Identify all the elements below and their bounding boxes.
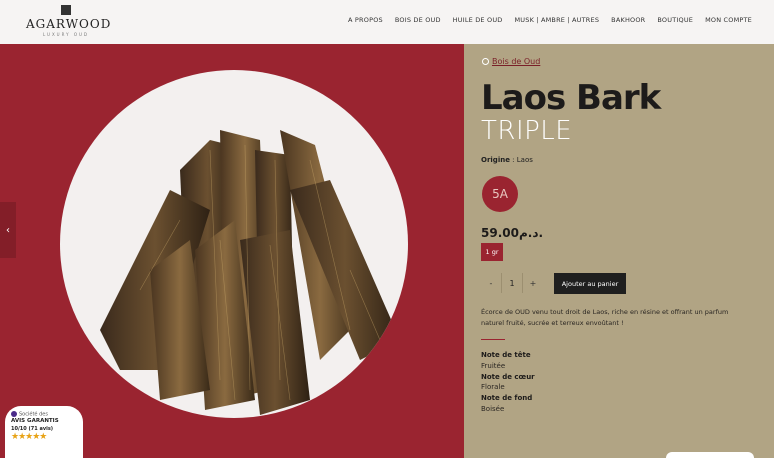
product-description: Écorce de OUD venu tout droit de Laos, r… xyxy=(481,308,729,327)
carousel-prev-button[interactable]: ‹ xyxy=(0,202,16,258)
nav-item-mon-compte[interactable]: MON COMPTE xyxy=(705,16,752,24)
badge-label: Société des xyxy=(19,411,48,418)
breadcrumb-link[interactable]: Bois de Oud xyxy=(492,57,540,66)
note-value: Boisée xyxy=(481,404,505,413)
logo-mark-icon xyxy=(61,5,71,15)
origin-value: Laos xyxy=(516,156,533,164)
category-icon xyxy=(482,58,489,65)
qty-increase-button[interactable]: + xyxy=(523,273,543,293)
product-origin: Origine : Laos xyxy=(481,156,533,164)
reviews-badge[interactable]: Société des AVIS GARANTIS 10/10 (71 avis… xyxy=(5,406,83,458)
badge-title: AVIS GARANTIS xyxy=(11,417,59,424)
note-label: Note de tête xyxy=(481,351,531,359)
variant-option-1gr[interactable]: 1 gr xyxy=(481,243,503,261)
qty-decrease-button[interactable]: - xyxy=(481,273,501,293)
nav-item-bakhoor[interactable]: BAKHOOR xyxy=(611,16,645,24)
nav-item-huile-de-oud[interactable]: HUILE DE OUD xyxy=(453,16,503,24)
brand-tagline: LUXURY OUD xyxy=(42,32,90,37)
grade-badge: 5A xyxy=(482,176,518,212)
nav-item-boutique[interactable]: BOUTIQUE xyxy=(657,16,693,24)
oud-bark-image xyxy=(100,130,400,415)
product-price: 59.00د.م. xyxy=(481,226,544,240)
note-label: Note de cœur xyxy=(481,372,535,381)
chat-widget[interactable] xyxy=(666,452,754,458)
quantity-stepper: - 1 + xyxy=(481,273,543,293)
note-value: Fruitée xyxy=(481,361,506,370)
brand-name: AGARWOOD xyxy=(26,17,112,31)
main-nav: A PROPOS BOIS DE OUD HUILE DE OUD MUSK |… xyxy=(348,16,752,24)
product-hero xyxy=(0,44,464,458)
scent-notes: Note de tête Fruitée Note de cœur Floral… xyxy=(481,350,535,415)
note-label: Note de fond xyxy=(481,394,533,403)
product-image xyxy=(60,70,408,418)
add-to-cart-button[interactable]: Ajouter au panier xyxy=(554,273,626,294)
rating-stars-icon: ★★★★★ xyxy=(11,431,47,442)
breadcrumb[interactable]: Bois de Oud xyxy=(482,57,540,66)
nav-item-a-propos[interactable]: A PROPOS xyxy=(348,16,383,24)
product-subtitle: TRIPLE xyxy=(481,116,573,146)
note-value: Florale xyxy=(481,383,505,392)
divider xyxy=(481,339,505,340)
nav-item-bois-de-oud[interactable]: BOIS DE OUD xyxy=(395,16,441,24)
origin-label: Origine xyxy=(481,156,510,164)
product-info-panel: Bois de Oud Laos Bark TRIPLE Origine : L… xyxy=(464,44,774,458)
nav-item-musk-ambre-autres[interactable]: MUSK | AMBRE | AUTRES xyxy=(515,16,600,24)
site-header: AGARWOOD LUXURY OUD A PROPOS BOIS DE OUD… xyxy=(0,0,774,44)
quantity-input[interactable]: 1 xyxy=(501,273,523,293)
product-title: Laos Bark xyxy=(481,78,661,118)
brand-logo[interactable]: AGARWOOD LUXURY OUD xyxy=(26,5,112,39)
avis-garantis-logo-icon xyxy=(11,411,17,417)
chevron-left-icon: ‹ xyxy=(6,224,10,236)
